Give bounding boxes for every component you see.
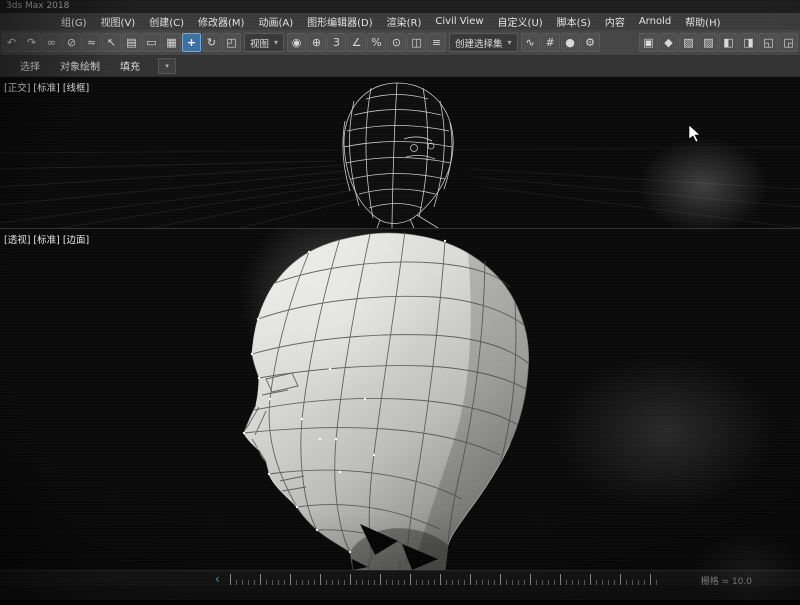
viewport-top-canvas [0, 82, 800, 228]
viewport-shading-label[interactable]: [边面] [63, 232, 89, 246]
render-setup-icon[interactable]: ⚙ [580, 33, 600, 52]
redo-icon[interactable]: ↷ [22, 33, 41, 52]
material-editor-icon[interactable]: ● [560, 33, 580, 52]
unlink-selection-icon[interactable]: ⊘ [62, 33, 81, 52]
menu-bar: 组(G) 视图(V) 创建(C) 修改器(M) 动画(A) 图形编辑器(D) 渲… [0, 13, 800, 30]
timeline-ticks[interactable] [230, 574, 660, 585]
use-pivot-center-icon[interactable]: ◉ [287, 33, 307, 52]
menu-item-views[interactable]: 视图(V) [94, 14, 143, 29]
viewport-bottom-label: [透视] [标准] [边面] [4, 232, 89, 246]
ribbon-more-dropdown[interactable]: ▾ [158, 57, 176, 74]
menu-item-scripting[interactable]: 脚本(S) [550, 14, 598, 29]
viewport-bottom-canvas [240, 229, 530, 571]
named-selection-set-dropdown[interactable]: 创建选择集 ▾ [449, 33, 518, 52]
3ds-max-window: 3ds Max 2018 组(G) 视图(V) 创建(C) 修改器(M) 动画(… [0, 0, 800, 605]
select-and-rotate-icon[interactable]: ↻ [202, 33, 221, 52]
timeline-ruler[interactable]: ‹ 栅格 = 10.0 [0, 570, 800, 587]
chevron-down-icon: ▾ [507, 38, 512, 47]
select-and-link-icon[interactable]: ∞ [42, 33, 61, 52]
window-title: 3ds Max 2018 [6, 1, 70, 11]
menu-item-help[interactable]: 帮助(H) [678, 14, 727, 29]
rendered-frame-icon[interactable]: ▣ [639, 33, 658, 52]
workspace-icon-4[interactable]: ◨ [739, 33, 758, 52]
status-bar [0, 586, 800, 600]
viewport-renderer-label[interactable]: [标准] [33, 232, 59, 246]
mirror-icon[interactable]: ◫ [407, 33, 427, 52]
shaded-head-model [240, 229, 530, 571]
menu-item-group[interactable]: 组(G) [54, 14, 94, 29]
undo-icon[interactable]: ↶ [2, 33, 21, 52]
viewport-layout-icon-2[interactable]: ◲ [779, 33, 798, 52]
menu-item-graph-editors[interactable]: 图形编辑器(D) [300, 14, 380, 29]
viewport-shading-label[interactable]: [线框] [63, 80, 89, 94]
ribbon-tab-populate[interactable]: 填充 [110, 56, 150, 75]
menu-item-content[interactable]: 内容 [598, 14, 632, 29]
curve-editor-icon[interactable]: ∿ [520, 33, 540, 52]
angle-snap-icon[interactable]: ∠ [347, 33, 367, 52]
menu-item-rendering[interactable]: 渲染(R) [380, 14, 429, 29]
ribbon-tab-object-paint[interactable]: 对象绘制 [50, 56, 110, 75]
main-toolbar: ↶ ↷ ∞ ⊘ ≈ ↖ ▤ ▭ ▦ + ↻ ◰ 视图 ▾ ◉ ⊕ 3 ∠ % ⊙… [0, 30, 800, 55]
workspace-icon-1[interactable]: ▧ [679, 33, 698, 52]
title-bar[interactable]: 3ds Max 2018 [0, 0, 800, 13]
chevron-down-icon: ▾ [274, 38, 279, 47]
window-crossing-icon[interactable]: ▦ [162, 33, 181, 52]
viewport-orthographic[interactable]: [正交] [标准] [线框] [0, 76, 800, 228]
menu-item-civil-view[interactable]: Civil View [428, 16, 490, 27]
reference-coordsys-value: 视图 [250, 38, 270, 50]
spinner-snap-icon[interactable]: ⊙ [387, 33, 407, 52]
menu-item-animation[interactable]: 动画(A) [251, 14, 300, 29]
rectangular-selection-region-icon[interactable]: ▭ [142, 33, 161, 52]
viewport-projection-label[interactable]: [透视] [4, 232, 30, 246]
align-icon[interactable]: ≡ [427, 33, 447, 52]
select-and-move-icon[interactable]: + [182, 33, 201, 52]
viewport-top-label: [正交] [标准] [线框] [4, 80, 89, 94]
time-slider-marker[interactable]: ‹ [215, 571, 220, 587]
render-production-icon[interactable]: ◆ [659, 33, 678, 52]
menu-item-arnold[interactable]: Arnold [632, 16, 678, 27]
wireframe-head-mesh [342, 82, 454, 228]
viewport-projection-label[interactable]: [正交] [4, 80, 30, 94]
named-selection-set-value: 创建选择集 [455, 38, 503, 50]
viewport-renderer-label[interactable]: [标准] [33, 80, 59, 94]
bind-to-space-warp-icon[interactable]: ≈ [82, 33, 101, 52]
select-and-scale-icon[interactable]: ◰ [222, 33, 241, 52]
menu-item-create[interactable]: 创建(C) [142, 14, 191, 29]
menu-item-customize[interactable]: 自定义(U) [491, 14, 550, 29]
percent-snap-icon[interactable]: % [367, 33, 387, 52]
select-and-manipulate-icon[interactable]: ⊕ [307, 33, 327, 52]
ribbon-tab-select[interactable]: 选择 [10, 56, 50, 75]
ribbon-tabs: 选择 对象绘制 填充 ▾ [0, 55, 800, 76]
viewport-perspective[interactable]: [透视] [标准] [边面] [0, 228, 800, 571]
reference-coordsys-dropdown[interactable]: 视图 ▾ [244, 33, 285, 52]
menu-item-modifiers[interactable]: 修改器(M) [191, 14, 251, 29]
snap-toggle-icon[interactable]: 3 [327, 33, 347, 52]
workspace-icon-3[interactable]: ◧ [719, 33, 738, 52]
workspace-icon-2[interactable]: ▨ [699, 33, 718, 52]
schematic-view-icon[interactable]: # [540, 33, 560, 52]
select-by-name-icon[interactable]: ▤ [122, 33, 141, 52]
select-object-icon[interactable]: ↖ [102, 33, 121, 52]
viewport-layout-icon-1[interactable]: ◱ [759, 33, 778, 52]
toolbar-right-cluster: ▣ ◆ ▧ ▨ ◧ ◨ ◱ ◲ [639, 33, 798, 52]
